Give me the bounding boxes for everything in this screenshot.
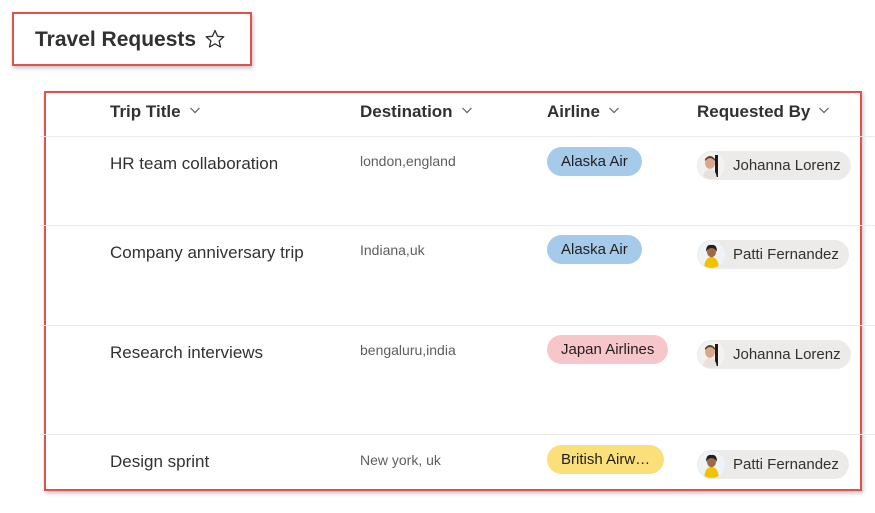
avatar <box>698 241 725 268</box>
destination-cell: New york, uk <box>360 452 441 468</box>
table-row[interactable]: HR team collaboration london,england Ala… <box>40 137 875 226</box>
chevron-down-icon <box>189 107 200 114</box>
person-name: Johanna Lorenz <box>733 346 841 363</box>
column-header-label: Airline <box>547 102 600 121</box>
airline-choice-pill: British Airw… <box>547 445 665 474</box>
column-header-requested-by[interactable]: Requested By <box>697 102 830 122</box>
column-header-airline[interactable]: Airline <box>547 102 620 122</box>
avatar <box>698 341 725 368</box>
destination-cell: london,england <box>360 153 456 169</box>
table-row[interactable]: Company anniversary trip Indiana,uk Alas… <box>40 225 875 326</box>
column-header-label: Destination <box>360 102 453 121</box>
requested-by-persona[interactable]: Johanna Lorenz <box>697 151 851 180</box>
list-header-row: Trip Title Destination Airline Requested… <box>40 92 875 137</box>
airline-choice-pill: Alaska Air <box>547 147 642 176</box>
airline-choice-pill: Japan Airlines <box>547 335 669 364</box>
trip-title-cell[interactable]: Research interviews <box>110 343 263 363</box>
list-page: Travel Requests Trip Title Destination A… <box>0 0 875 513</box>
airline-choice-pill: Alaska Air <box>547 235 642 264</box>
column-header-trip-title[interactable]: Trip Title <box>110 102 201 122</box>
table-row[interactable]: Research interviews bengaluru,india Japa… <box>40 325 875 435</box>
person-name: Patti Fernandez <box>733 246 839 263</box>
table-row[interactable]: Design sprint New york, uk British Airw…… <box>40 434 875 489</box>
requested-by-persona[interactable]: Johanna Lorenz <box>697 340 851 369</box>
chevron-down-icon <box>608 107 619 114</box>
requested-by-persona[interactable]: Patti Fernandez <box>697 240 849 269</box>
trip-title-cell[interactable]: Company anniversary trip <box>110 243 304 263</box>
chevron-down-icon <box>819 107 830 114</box>
column-header-label: Trip Title <box>110 102 181 121</box>
avatar <box>698 451 725 478</box>
trip-title-cell[interactable]: HR team collaboration <box>110 154 278 174</box>
column-header-label: Requested By <box>697 102 811 121</box>
trip-title-cell[interactable]: Design sprint <box>110 452 209 472</box>
chevron-down-icon <box>461 107 472 114</box>
person-name: Patti Fernandez <box>733 456 839 473</box>
destination-cell: bengaluru,india <box>360 342 456 358</box>
avatar <box>698 152 725 179</box>
column-header-destination[interactable]: Destination <box>360 102 473 122</box>
destination-cell: Indiana,uk <box>360 242 425 258</box>
requested-by-persona[interactable]: Patti Fernandez <box>697 450 849 479</box>
star-outline-icon[interactable] <box>205 29 225 49</box>
person-name: Johanna Lorenz <box>733 157 841 174</box>
page-title: Travel Requests <box>35 28 197 51</box>
